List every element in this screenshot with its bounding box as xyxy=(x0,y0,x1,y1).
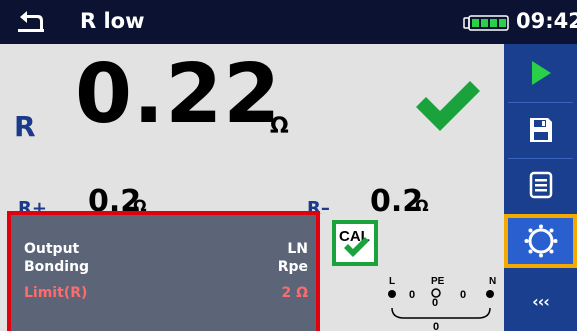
terminal-label-l: L xyxy=(389,276,395,287)
result-unit: Ω xyxy=(270,114,289,139)
save-button[interactable] xyxy=(504,103,577,157)
calibration-status: CAL xyxy=(332,220,378,266)
param-name: Output xyxy=(24,241,80,257)
list-icon xyxy=(529,171,552,199)
param-value: LN xyxy=(287,241,308,257)
play-icon xyxy=(531,61,551,85)
terminal-label-n: N xyxy=(489,276,496,287)
side-toolbar: ‹‹‹ xyxy=(504,44,577,331)
triple-chevron-icon: ‹‹‹ xyxy=(532,292,550,311)
back-arrow-icon[interactable] xyxy=(16,8,46,34)
param-bonding[interactable]: Bonding Rpe xyxy=(24,259,308,275)
floppy-icon xyxy=(529,118,552,142)
param-name: Limit(R) xyxy=(24,285,88,301)
header-bar: R low 09:42 xyxy=(0,0,577,44)
start-button[interactable] xyxy=(504,46,577,100)
page-title: R low xyxy=(80,9,145,33)
memory-button[interactable] xyxy=(504,158,577,212)
param-value: Rpe xyxy=(277,259,308,275)
param-value: 2 Ω xyxy=(281,285,308,301)
terminal-value: 0 xyxy=(433,321,439,331)
param-output[interactable]: Output LN xyxy=(24,241,308,257)
param-limit[interactable]: Limit(R) 2 Ω xyxy=(24,285,308,301)
terminal-value: 0 xyxy=(460,289,466,301)
cal-check-icon: CAL xyxy=(339,228,370,257)
terminal-value: 0 xyxy=(409,289,415,301)
clock: 09:42 xyxy=(516,9,577,33)
r-minus-unit: Ω xyxy=(415,196,429,215)
terminal-label-pe: PE xyxy=(431,276,445,287)
pass-check-icon xyxy=(416,81,480,131)
circle-dots-icon xyxy=(524,224,557,258)
back-arrows-button[interactable]: ‹‹‹ xyxy=(504,272,577,331)
terminal-value: 0 xyxy=(432,297,438,309)
result-value: 0.22 xyxy=(75,47,282,142)
calibration-button[interactable] xyxy=(504,214,577,268)
instrument-screen: R low 09:42 R 0.22 Ω R+ 0.2 Ω R– 0.2 Ω O… xyxy=(0,0,577,331)
result-label: R xyxy=(14,110,36,143)
parameter-panel[interactable]: Output LN Bonding Rpe Limit(R) 2 Ω xyxy=(7,211,320,331)
battery-icon xyxy=(463,15,509,31)
terminal-diagram: L PE N 0 0 0 0 xyxy=(388,276,496,331)
param-name: Bonding xyxy=(24,259,90,275)
